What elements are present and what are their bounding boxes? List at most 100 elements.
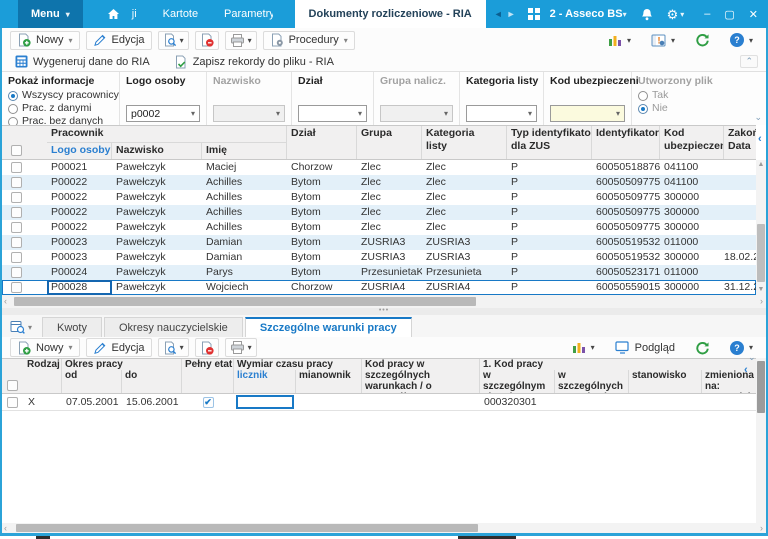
employee-cell[interactable]: 60050509775	[592, 190, 660, 205]
refresh-button[interactable]	[690, 31, 715, 50]
scroll-left-icon[interactable]: ‹	[4, 523, 7, 533]
employee-cell[interactable]: 18.02.2	[724, 250, 756, 265]
scroll-down-icon[interactable]: ▼	[756, 285, 766, 295]
employee-row[interactable]: P00021PawełczykMaciejChorzowZlecZlecP600…	[2, 160, 756, 175]
radio-option[interactable]: Prac. z danymi	[8, 102, 113, 115]
kod-ubezpieczenia-combobox[interactable]: ▾	[550, 105, 625, 122]
column-header-od[interactable]: od	[62, 370, 122, 393]
employee-cell[interactable]: P00022	[47, 220, 112, 235]
cell-kod1-warunkach[interactable]	[555, 394, 629, 411]
cell-zmieniona[interactable]	[702, 394, 756, 411]
detail-vertical-scrollbar[interactable]	[756, 358, 766, 523]
tab-kartoteka-rachunkow[interactable]: Kartoteka rachunków	[163, 8, 198, 20]
employee-cell[interactable]: Bytom	[287, 220, 357, 235]
detail-search-button[interactable]: ▾	[158, 338, 189, 357]
employee-row[interactable]: P00023PawełczykDamianBytomZUSRIA3ZUSRIA3…	[2, 235, 756, 250]
truncated-tab[interactable]: ji	[132, 8, 137, 20]
select-all-checkbox[interactable]	[11, 145, 22, 156]
radio-option[interactable]: Wszyscy pracownicy	[8, 89, 113, 102]
tab-parametry[interactable]: Parametry - wprowadzanie w	[224, 8, 273, 20]
collapse-detail-columns-icon[interactable]: ‹	[744, 364, 748, 376]
column-header-kod-ubezpieczenia[interactable]: Kodubezpieczenia	[660, 126, 724, 159]
close-button[interactable]: ✕	[749, 8, 758, 21]
edit-button[interactable]: Edycja	[86, 31, 152, 50]
employee-cell[interactable]	[724, 190, 756, 205]
employee-cell[interactable]: Zlec	[422, 220, 507, 235]
column-header-licznik[interactable]: licznik	[234, 370, 296, 393]
employee-cell[interactable]: Zlec	[357, 175, 422, 190]
column-header-dzial[interactable]: Dział	[287, 126, 357, 159]
detail-table-row[interactable]: X 07.05.2001 15.06.2001 000320301	[2, 394, 756, 411]
employee-cell[interactable]: 011000	[660, 265, 724, 280]
row-checkbox[interactable]	[11, 252, 22, 263]
maximize-button[interactable]: ▢	[724, 8, 734, 21]
radio-option[interactable]: Nie	[638, 102, 726, 115]
column-header-rodzaj[interactable]: Rodzaj	[24, 359, 62, 393]
employee-row[interactable]: P00022PawełczykAchillesBytomZlecZlecP600…	[2, 220, 756, 235]
employee-cell[interactable]: P00022	[47, 190, 112, 205]
employee-cell[interactable]	[724, 235, 756, 250]
employee-cell[interactable]: PrzesunietaKS	[357, 265, 422, 280]
vertical-scrollbar[interactable]: ▲ ▼	[756, 160, 766, 295]
scroll-left-icon[interactable]: ‹	[4, 295, 7, 308]
column-header-grupa[interactable]: Grupa	[357, 126, 422, 159]
employee-row[interactable]: P00023PawełczykDamianBytomZUSRIA3ZUSRIA3…	[2, 250, 756, 265]
utworzony-radio[interactable]	[638, 91, 648, 101]
column-header-imie[interactable]: Imię	[202, 143, 287, 159]
search-button[interactable]: ▾	[158, 31, 189, 50]
help-button[interactable]: ▾	[725, 31, 758, 50]
employee-cell[interactable]: 60050509775	[592, 205, 660, 220]
collapse-detail-icon[interactable]: ⌄	[748, 352, 756, 363]
licznik-active-cell[interactable]	[236, 395, 294, 409]
employee-cell[interactable]: P	[507, 160, 592, 175]
detail-new-button[interactable]: Nowy ▾	[10, 338, 80, 357]
employee-cell[interactable]: 011000	[660, 235, 724, 250]
column-header-nazwisko[interactable]: Nazwisko	[112, 143, 202, 159]
employee-cell[interactable]	[724, 205, 756, 220]
employee-cell[interactable]: 60050518876	[592, 160, 660, 175]
cell-kod-pracy[interactable]	[362, 394, 480, 411]
employee-cell[interactable]: P00023	[47, 235, 112, 250]
employee-cell[interactable]: P	[507, 250, 592, 265]
employee-cell[interactable]: Pawełczyk	[112, 235, 202, 250]
app-switcher-icon[interactable]	[528, 8, 540, 20]
employee-cell[interactable]: ZUSRIA3	[357, 235, 422, 250]
tab-scroll-left-icon[interactable]: ◄	[494, 9, 503, 19]
employee-cell[interactable]: P00021	[47, 160, 112, 175]
employee-cell[interactable]: P	[507, 280, 592, 295]
employee-cell[interactable]: Zlec	[422, 205, 507, 220]
employee-cell[interactable]: Pawełczyk	[112, 265, 202, 280]
employee-row[interactable]: P00024PawełczykParysBytomPrzesunietaKSPr…	[2, 265, 756, 280]
employee-cell[interactable]	[724, 175, 756, 190]
employee-cell[interactable]: 300000	[660, 205, 724, 220]
employee-cell[interactable]: Zlec	[357, 220, 422, 235]
column-header-kod-pracy[interactable]: Kod pracy w szczególnychwarunkach / o sz…	[362, 359, 480, 393]
cell-od[interactable]: 07.05.2001	[62, 394, 122, 411]
dzial-combobox[interactable]: ▾	[298, 105, 367, 122]
row-checkbox[interactable]	[11, 222, 22, 233]
bell-icon[interactable]	[641, 8, 653, 21]
scroll-right-icon[interactable]: ›	[760, 523, 763, 533]
detail-view-selector[interactable]: ▾	[10, 320, 32, 334]
employee-cell[interactable]: 31.12.2	[724, 280, 756, 295]
row-checkbox[interactable]	[11, 177, 22, 188]
tab-dokumenty-rozliczeniowe-active[interactable]: Dokumenty rozliczeniowe - RIA	[295, 0, 486, 28]
grupa-combobox[interactable]: ▾	[380, 105, 453, 122]
app-dropdown-icon[interactable]: ▾	[623, 10, 627, 19]
employee-cell[interactable]: Bytom	[287, 175, 357, 190]
gear-dropdown-icon[interactable]: ▾	[680, 10, 684, 19]
row-checkbox[interactable]	[11, 267, 22, 278]
employee-cell[interactable]: Pawełczyk	[112, 250, 202, 265]
employee-cell[interactable]: Pawełczyk	[112, 220, 202, 235]
detail-delete-button[interactable]	[195, 338, 219, 357]
employee-cell[interactable]: Chorzow	[287, 160, 357, 175]
employee-cell[interactable]: P00023	[47, 250, 112, 265]
column-header-mianownik[interactable]: mianownik	[296, 370, 362, 393]
employee-cell[interactable]: Achilles	[202, 220, 287, 235]
row-checkbox[interactable]	[11, 282, 22, 293]
save-records-button[interactable]: Zapisz rekordy do pliku - RIA	[169, 52, 339, 71]
employee-cell[interactable]: Zlec	[357, 160, 422, 175]
collapse-columns-icon[interactable]: ‹	[758, 133, 762, 145]
employee-cell[interactable]: Pawełczyk	[112, 205, 202, 220]
employee-cell[interactable]: 60050519532	[592, 250, 660, 265]
